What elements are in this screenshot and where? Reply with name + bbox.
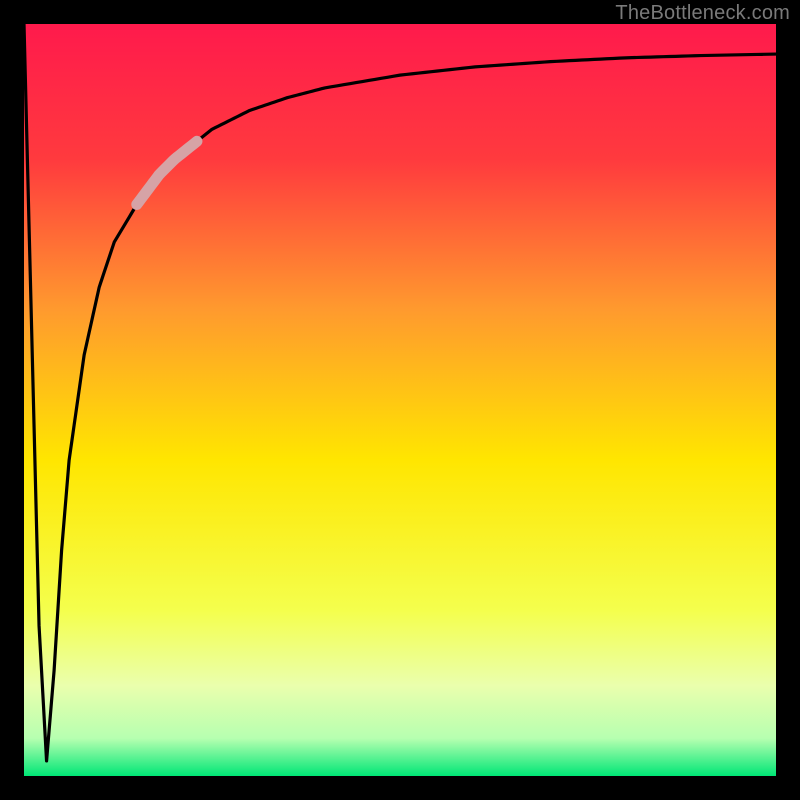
chart-svg — [24, 24, 776, 776]
attribution-label: TheBottleneck.com — [615, 2, 790, 25]
gradient-background — [24, 24, 776, 776]
plot-area — [24, 24, 776, 776]
chart-frame: TheBottleneck.com — [0, 0, 800, 800]
